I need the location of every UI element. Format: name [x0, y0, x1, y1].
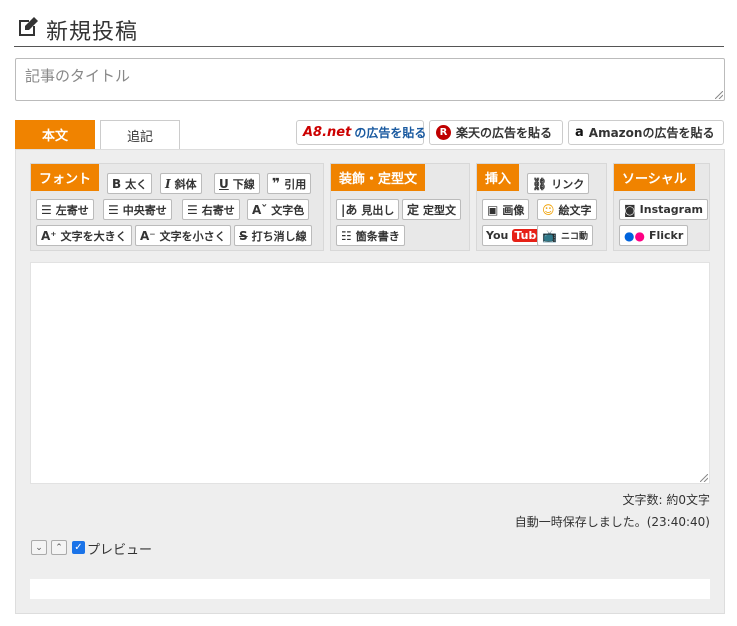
page-header: 新規投稿: [14, 10, 724, 47]
align-right-button[interactable]: ☰ 右寄せ: [182, 199, 240, 220]
insert-group: 挿入 ⛓ リンク ▣ 画像 ☺ 絵文字 You Tube 📺 ニコ動: [476, 163, 607, 251]
autosave-status: 自動一時保存しました。(23:40:40): [514, 515, 710, 529]
char-count: 文字数: 約0文字: [622, 493, 711, 507]
emoji-button[interactable]: ☺ 絵文字: [537, 199, 597, 220]
page-title: 新規投稿: [46, 20, 139, 45]
tab-append[interactable]: 追記: [100, 120, 180, 149]
rakuten-ad-button[interactable]: R 楽天の広告を貼る: [429, 120, 563, 145]
decoration-group-title: 装飾・定型文: [331, 164, 426, 191]
niconico-icon: 📺: [542, 228, 557, 243]
social-group-title: ソーシャル: [614, 164, 695, 191]
align-left-icon: ☰: [41, 202, 52, 217]
align-right-icon: ☰: [187, 202, 198, 217]
rakuten-icon: R: [436, 125, 451, 140]
body-textarea[interactable]: [30, 262, 710, 484]
tab-body[interactable]: 本文: [15, 120, 95, 149]
template-button[interactable]: 定定型文: [402, 199, 462, 220]
strikethrough-button[interactable]: S 打ち消し線: [234, 225, 312, 246]
heading-icon: |あ: [341, 203, 358, 217]
list-icon: ☷: [341, 228, 352, 243]
niconico-button[interactable]: 📺 ニコ動: [537, 225, 593, 246]
bold-icon: B: [112, 176, 122, 191]
chevron-down-icon: ⌄: [35, 542, 43, 553]
quote-icon: ❞: [272, 175, 281, 192]
a8-logo: A8.net: [303, 125, 352, 140]
heading-button[interactable]: |あ 見出し: [336, 199, 400, 220]
flickr-icon: ● ●: [624, 228, 645, 243]
font-bigger-icon: A⁺: [41, 228, 57, 243]
preview-checkbox[interactable]: ✓: [72, 541, 85, 554]
font-smaller-icon: A⁻: [140, 228, 156, 243]
resize-grip-icon[interactable]: [700, 474, 708, 482]
image-icon: ▣: [487, 202, 499, 217]
italic-icon: I: [165, 176, 171, 191]
social-group: ソーシャル ◙ Instagram ● ● Flickr: [613, 163, 710, 251]
insert-group-title: 挿入: [477, 164, 520, 191]
underline-button[interactable]: U 下線: [214, 173, 260, 194]
a8-ad-button[interactable]: A8.net の広告を貼る: [296, 120, 427, 145]
youtube-you: You: [486, 229, 509, 242]
amazon-ad-button[interactable]: a Amazonの広告を貼る: [568, 120, 724, 145]
italic-button[interactable]: I 斜体: [160, 173, 202, 194]
decoration-group: 装飾・定型文 |あ 見出し 定定型文 ☷ 箇条書き: [330, 163, 470, 251]
expand-up-button[interactable]: ⌃: [51, 540, 67, 555]
strikethrough-icon: S: [239, 228, 248, 243]
instagram-icon: ◙: [624, 202, 636, 217]
quote-button[interactable]: ❞ 引用: [267, 173, 312, 194]
link-button[interactable]: ⛓ リンク: [527, 173, 590, 194]
link-icon: ⛓: [532, 176, 548, 191]
align-center-button[interactable]: ☰ 中央寄せ: [103, 199, 172, 220]
font-group-title: フォント: [31, 164, 100, 191]
text-color-icon: Aˇ: [252, 202, 268, 217]
amazon-ad-label: Amazonの広告を貼る: [588, 126, 715, 140]
expand-down-button[interactable]: ⌄: [31, 540, 47, 555]
bold-button[interactable]: B 太く: [107, 173, 153, 194]
template-icon: 定: [407, 203, 420, 217]
resize-grip-icon[interactable]: [715, 91, 723, 99]
a8-ad-label: の広告を貼る: [354, 126, 427, 140]
image-button[interactable]: ▣ 画像: [482, 199, 530, 220]
preview-label: プレビュー: [87, 543, 153, 558]
amazon-icon: a: [575, 125, 584, 140]
font-group: フォント B 太く I 斜体 U 下線 ❞ 引用 ☰ 左寄せ ☰ 中央寄せ ☰ 右寄せ Aˇ 文…: [30, 163, 324, 251]
align-left-button[interactable]: ☰ 左寄せ: [36, 199, 94, 220]
list-button[interactable]: ☷ 箇条書き: [336, 225, 405, 246]
underline-icon: U: [219, 176, 229, 191]
font-smaller-button[interactable]: A⁻ 文字を小さく: [135, 225, 231, 246]
align-center-icon: ☰: [108, 202, 119, 217]
flickr-button[interactable]: ● ● Flickr: [619, 225, 689, 246]
title-input[interactable]: [15, 58, 725, 101]
rakuten-ad-label: 楽天の広告を貼る: [456, 126, 553, 140]
text-color-button[interactable]: Aˇ 文字色: [247, 199, 310, 220]
instagram-button[interactable]: ◙ Instagram: [619, 199, 708, 220]
chevron-up-icon: ⌃: [55, 542, 63, 553]
preview-area: [30, 579, 710, 599]
emoji-icon: ☺: [542, 202, 555, 217]
edit-icon: [19, 17, 38, 36]
font-bigger-button[interactable]: A⁺ 文字を大きく: [36, 225, 132, 246]
